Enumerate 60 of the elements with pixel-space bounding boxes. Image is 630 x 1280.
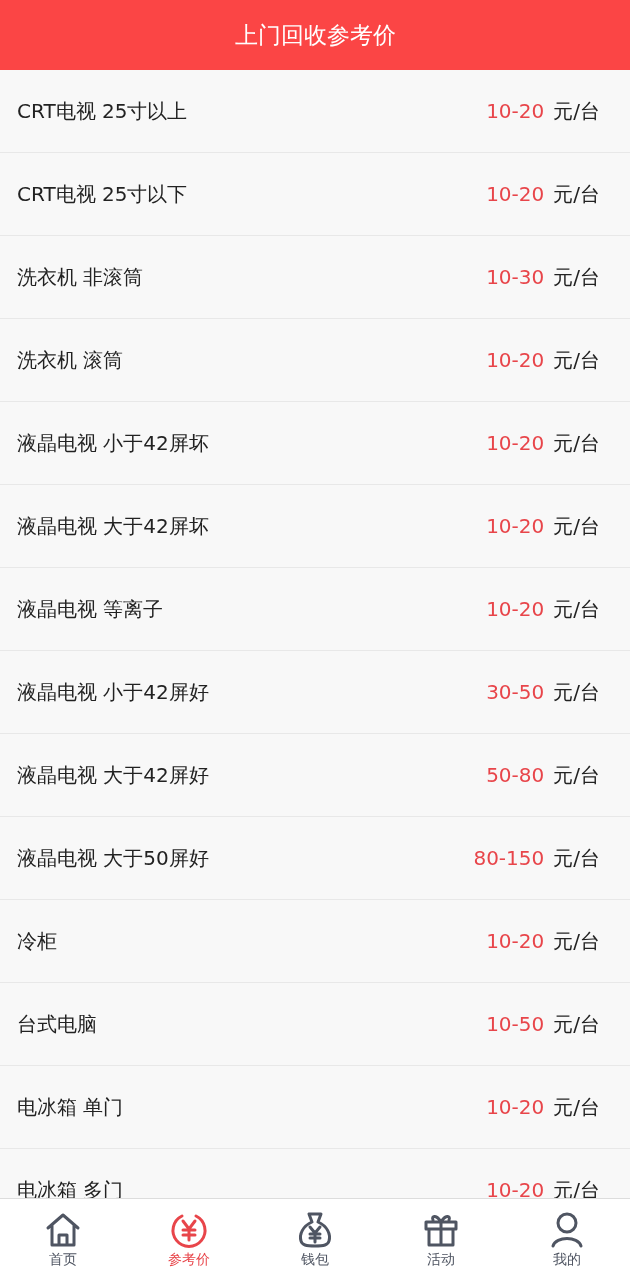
item-name: 洗衣机 滚筒	[17, 346, 125, 374]
price-row[interactable]: CRT电视 25寸以下 10-20 元/台	[0, 153, 630, 236]
price-unit: 元/台	[553, 761, 600, 789]
price-range: 10-20	[486, 1178, 545, 1198]
item-name: CRT电视 25寸以下	[17, 180, 189, 208]
price-row[interactable]: 液晶电视 大于42屏坏 10-20 元/台	[0, 485, 630, 568]
price-range: 10-30	[486, 265, 545, 289]
price-unit: 元/台	[553, 346, 600, 374]
price-range: 10-20	[486, 514, 545, 538]
price-range: 30-50	[486, 680, 545, 704]
price-range: 10-20	[486, 597, 545, 621]
price-unit: 元/台	[553, 1010, 600, 1038]
nav-tab[interactable]: 首页	[0, 1199, 126, 1280]
item-name: 冷柜	[17, 927, 58, 955]
price-row[interactable]: 洗衣机 非滚筒 10-30 元/台	[0, 236, 630, 319]
price-row[interactable]: 台式电脑 10-50 元/台	[0, 983, 630, 1066]
price-unit: 元/台	[553, 180, 600, 208]
nav-tab[interactable]: 活动	[378, 1199, 504, 1280]
item-name: 台式电脑	[17, 1010, 98, 1038]
price-row[interactable]: 电冰箱 单门 10-20 元/台	[0, 1066, 630, 1149]
price-range: 50-80	[486, 763, 545, 787]
price-row[interactable]: 液晶电视 小于42屏坏 10-20 元/台	[0, 402, 630, 485]
price-range: 10-20	[486, 431, 545, 455]
price-unit: 元/台	[553, 927, 600, 955]
price-range: 10-20	[486, 99, 545, 123]
item-name: 电冰箱 单门	[17, 1093, 125, 1121]
price-unit: 元/台	[553, 97, 600, 125]
price-row[interactable]: 冷柜 10-20 元/台	[0, 900, 630, 983]
price-range: 80-150	[473, 846, 545, 870]
price-range: 10-20	[486, 1095, 545, 1119]
item-name: CRT电视 25寸以上	[17, 97, 189, 125]
nav-tab[interactable]: 我的	[504, 1199, 630, 1280]
price-unit: 元/台	[553, 512, 600, 540]
price-range: 10-50	[486, 1012, 545, 1036]
price-row[interactable]: CRT电视 25寸以上 10-20 元/台	[0, 70, 630, 153]
item-name: 液晶电视 等离子	[17, 595, 165, 623]
nav-tab[interactable]: 钱包	[252, 1199, 378, 1280]
item-name: 液晶电视 大于42屏好	[17, 761, 210, 789]
price-range: 10-20	[486, 348, 545, 372]
price-row[interactable]: 液晶电视 大于42屏好 50-80 元/台	[0, 734, 630, 817]
price-row[interactable]: 液晶电视 小于42屏好 30-50 元/台	[0, 651, 630, 734]
price-unit: 元/台	[553, 429, 600, 457]
page-title: 上门回收参考价	[234, 20, 396, 50]
price-range: 10-20	[486, 182, 545, 206]
price-row[interactable]: 液晶电视 等离子 10-20 元/台	[0, 568, 630, 651]
item-name: 液晶电视 小于42屏坏	[17, 429, 210, 457]
price-row[interactable]: 液晶电视 大于50屏好 80-150 元/台	[0, 817, 630, 900]
item-name: 液晶电视 大于50屏好	[17, 844, 210, 872]
price-unit: 元/台	[553, 678, 600, 706]
item-name: 液晶电视 大于42屏坏	[17, 512, 210, 540]
price-unit: 元/台	[553, 844, 600, 872]
money-bag-icon	[296, 1210, 334, 1249]
nav-tab[interactable]: 参考价	[126, 1199, 252, 1280]
item-name: 洗衣机 非滚筒	[17, 263, 145, 291]
price-unit: 元/台	[553, 263, 600, 291]
price-unit: 元/台	[553, 1093, 600, 1121]
price-unit: 元/台	[553, 595, 600, 623]
price-row[interactable]: 洗衣机 滚筒 10-20 元/台	[0, 319, 630, 402]
price-range: 10-20	[486, 929, 545, 953]
item-name: 液晶电视 小于42屏好	[17, 678, 210, 706]
